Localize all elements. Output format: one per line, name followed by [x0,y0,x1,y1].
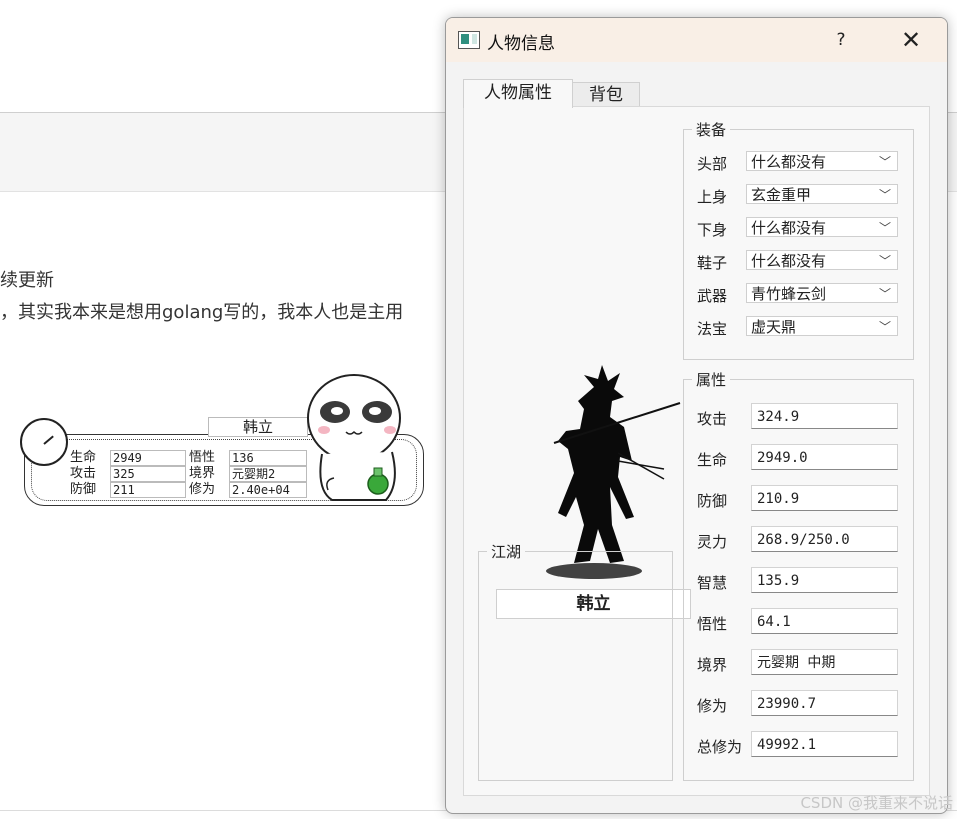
jianghu-group-title: 江湖 [487,541,526,562]
equip-label-head: 头部 [697,155,728,173]
equip-label-body: 上身 [697,188,728,206]
attr-label-realm: 境界 [697,656,728,674]
attr-field-defense[interactable]: 210.9 [751,485,898,511]
chevron-down-icon: ﹀ [878,254,891,268]
attributes-group-title: 属性 [692,369,731,390]
attr-field-hp[interactable]: 2949.0 [751,444,898,470]
attr-field-attack[interactable]: 324.9 [751,403,898,429]
attr-field-total-cultivation[interactable]: 49992.1 [751,731,898,757]
attr-field-mana[interactable]: 268.9/250.0 [751,526,898,552]
mascot-character-icon [307,374,401,501]
pet-stat-value: 325 [110,466,186,482]
attr-label-wisdom: 智慧 [697,574,728,592]
desktop-pet-widget[interactable]: 韩立 生命 2949 悟性 136 攻击 325 境界 元婴期2 防御 211 … [16,372,436,517]
equip-select-shoes[interactable]: 什么都没有 ﹀ [746,250,898,270]
attr-label-cultivation: 修为 [697,697,728,715]
equip-label-legs: 下身 [697,221,728,239]
article-text-line-2: ，其实我本来是想用golang写的，我本人也是主用 [0,302,404,323]
character-info-dialog: 人物信息 ? ✕ 人物属性 背包 韩立 江湖 装备 属性 头部 什么都没有 ﹀ 上… [445,17,948,814]
equip-select-weapon[interactable]: 青竹蜂云剑 ﹀ [746,283,898,303]
csdn-watermark: CSDN @我重来不说话 [800,794,953,812]
equip-select-head[interactable]: 什么都没有 ﹀ [746,151,898,171]
attr-label-total-cultivation: 总修为 [697,738,743,756]
article-text-line-1: 续更新 [0,270,54,291]
tab-backpack[interactable]: 背包 [572,82,640,108]
pet-stat-label: 防御 [70,482,97,497]
equip-select-body[interactable]: 玄金重甲 ﹀ [746,184,898,204]
app-window-icon [458,31,480,49]
chevron-down-icon: ﹀ [878,287,891,301]
attr-field-comprehension[interactable]: 64.1 [751,608,898,634]
pet-stat-value: 2949 [110,450,186,466]
chevron-down-icon: ﹀ [878,155,891,169]
pet-stat-value: 2.40e+04 [229,482,307,498]
pet-stat-label: 生命 [70,450,97,465]
pet-stat-value: 211 [110,482,186,498]
chevron-down-icon: ﹀ [878,188,891,202]
attr-label-comprehension: 悟性 [697,615,728,633]
tab-character-attributes[interactable]: 人物属性 [463,79,573,108]
attr-label-defense: 防御 [697,492,728,510]
attr-label-hp: 生命 [697,451,728,469]
pet-stat-value: 136 [229,450,307,466]
dialog-titlebar[interactable]: 人物信息 ? ✕ [446,18,947,62]
pet-stat-label: 境界 [189,466,216,481]
equipment-group-title: 装备 [692,119,731,140]
pet-stat-value: 元婴期2 [229,466,307,482]
attr-label-attack: 攻击 [697,410,728,428]
help-button[interactable]: ? [828,27,854,53]
pet-stat-label: 修为 [189,482,216,497]
jianghu-groupbox: 江湖 [478,541,673,781]
attr-field-wisdom[interactable]: 135.9 [751,567,898,593]
equip-label-treasure: 法宝 [697,320,728,338]
pet-stat-label: 悟性 [189,450,216,465]
chevron-down-icon: ﹀ [878,221,891,235]
dialog-title: 人物信息 [487,34,555,54]
equip-label-shoes: 鞋子 [697,254,728,272]
pet-name-label: 韩立 [208,417,308,437]
clock-icon [20,418,68,466]
attr-field-cultivation[interactable]: 23990.7 [751,690,898,716]
attr-field-realm[interactable]: 元婴期 中期 [751,649,898,675]
equip-select-treasure[interactable]: 虚天鼎 ﹀ [746,316,898,336]
close-button[interactable]: ✕ [896,27,926,53]
pet-stat-label: 攻击 [70,466,97,481]
attr-label-mana: 灵力 [697,533,728,551]
equip-label-weapon: 武器 [697,287,728,305]
chevron-down-icon: ﹀ [878,320,891,334]
equip-select-legs[interactable]: 什么都没有 ﹀ [746,217,898,237]
